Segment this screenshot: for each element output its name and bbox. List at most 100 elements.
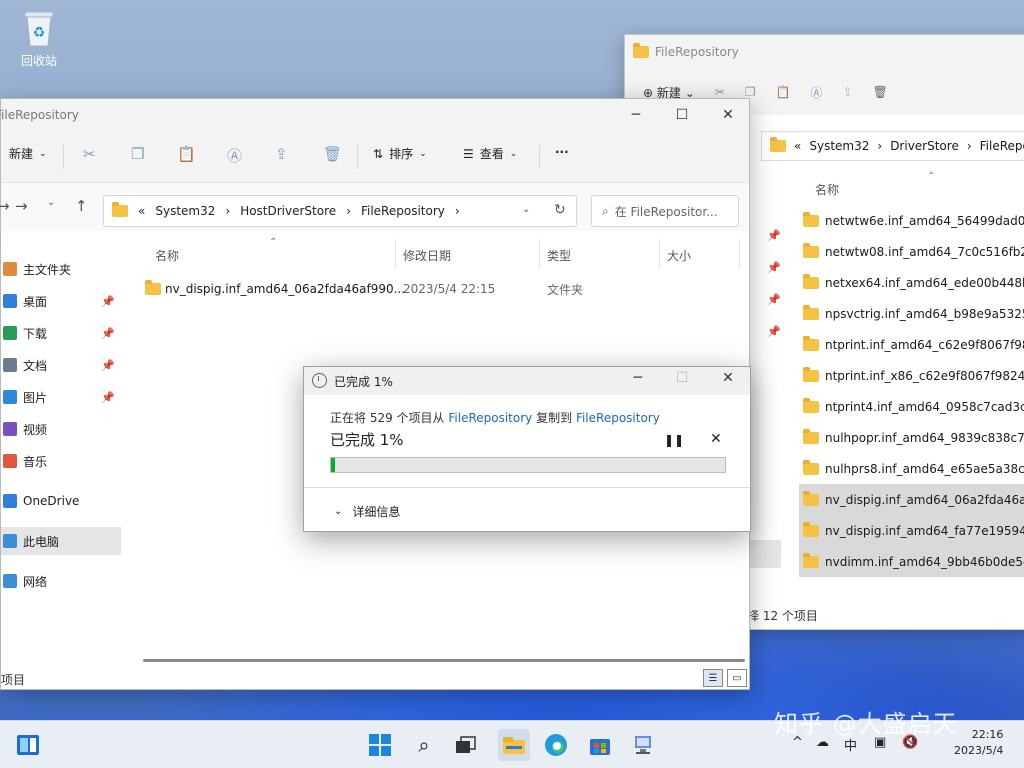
back-file-row[interactable]: ntprint.inf_x86_c62e9f8067f98247 xyxy=(799,360,1024,391)
sidebar-item[interactable]: 网络 xyxy=(1,567,121,595)
back-file-row[interactable]: nulhpopr.inf_amd64_9839c838c72c xyxy=(799,422,1024,453)
back-file-row[interactable]: npsvctrig.inf_amd64_b98e9a532507 xyxy=(799,298,1024,329)
close-button[interactable]: ✕ xyxy=(705,99,751,131)
back-file-row[interactable]: netwtw6e.inf_amd64_56499dad0fa0 xyxy=(799,205,1024,236)
sidebar-item[interactable]: 此电脑 xyxy=(1,527,121,555)
up-arrow-icon[interactable]: ↑ xyxy=(75,197,88,215)
sidebar-item[interactable]: 图片 📌 xyxy=(1,383,121,411)
back-file-row[interactable]: ntprint4.inf_amd64_0958c7cad3cd6 xyxy=(799,391,1024,422)
chevron-right-icon: › xyxy=(346,204,351,218)
back-arrow-icon[interactable]: → xyxy=(0,197,10,215)
horizontal-scrollbar[interactable] xyxy=(143,659,745,662)
column-header-type[interactable]: 类型 xyxy=(547,247,571,264)
back-crumb-filerepo[interactable]: FileRepo xyxy=(980,139,1024,153)
sidebar-item[interactable]: 桌面 📌 xyxy=(1,287,121,315)
pause-button[interactable]: ❚❚ xyxy=(664,433,684,447)
minimize-button[interactable]: ─ xyxy=(613,99,659,131)
sort-up-icon: ⌃ xyxy=(927,171,936,182)
system-clock[interactable]: 22:16 2023/5/4 xyxy=(954,727,1003,759)
widgets-icon[interactable] xyxy=(14,731,42,759)
copy-progress-dialog[interactable]: 已完成 1% ─ ☐ ✕ 正在将 529 个项目从 FileRepository… xyxy=(303,366,751,532)
cut-icon[interactable]: ✂ xyxy=(715,85,725,99)
folder-icon xyxy=(803,335,819,351)
back-file-row[interactable]: netxex64.inf_amd64_ede00b448bfe xyxy=(799,267,1024,298)
file-explorer-icon[interactable] xyxy=(498,729,530,761)
store-icon[interactable] xyxy=(586,731,614,759)
share-icon[interactable]: ⇪ xyxy=(275,145,288,163)
network-tool-icon[interactable] xyxy=(630,731,658,759)
rename-icon[interactable]: Ⓐ xyxy=(811,84,823,101)
back-column-name[interactable]: 名称 xyxy=(815,181,839,198)
forward-arrow-icon[interactable]: → xyxy=(15,197,28,215)
address-bar[interactable]: « System32 › HostDriverStore › FileRepos… xyxy=(103,195,577,227)
column-header-modified[interactable]: 修改日期 xyxy=(403,247,451,264)
paste-icon[interactable]: 📋 xyxy=(177,145,196,163)
chevron-right-icon: › xyxy=(966,139,972,153)
rename-icon[interactable]: Ⓐ xyxy=(227,145,242,166)
recycle-bin-icon: ♻ xyxy=(21,8,57,48)
sidebar-item[interactable]: 下载 📌 xyxy=(1,319,121,347)
refresh-icon[interactable]: ↻ xyxy=(554,202,566,218)
back-address-bar[interactable]: « System32 › DriverStore › FileRepo xyxy=(761,131,1024,161)
more-options-button[interactable]: ··· xyxy=(555,145,569,159)
minimize-button[interactable]: ─ xyxy=(628,370,648,386)
file-row[interactable]: nv_dispig.inf_amd64_06a2fda46af990... 20… xyxy=(135,277,735,301)
history-dropdown-icon[interactable]: ⌄ xyxy=(47,197,55,208)
sidebar-item[interactable]: 音乐 xyxy=(1,447,121,475)
delete-icon[interactable]: 🗑 xyxy=(323,145,342,163)
search-icon[interactable]: ⌕ xyxy=(410,731,438,759)
breadcrumb-system32[interactable]: System32 xyxy=(155,204,215,218)
breadcrumb-prefix[interactable]: « xyxy=(138,204,145,218)
tiles-view-button[interactable]: ▭ xyxy=(727,669,747,687)
column-divider[interactable] xyxy=(395,239,396,269)
cut-icon[interactable]: ✂ xyxy=(83,145,96,163)
source-link[interactable]: FileRepository xyxy=(448,411,532,425)
back-file-row[interactable]: ntprint.inf_amd64_c62e9f8067f9824 xyxy=(799,329,1024,360)
sidebar-item[interactable]: 主文件夹 xyxy=(1,255,121,283)
back-file-row[interactable]: nvdimm.inf_amd64_9bb46b0de5ea xyxy=(799,546,1024,577)
column-divider[interactable] xyxy=(539,239,540,269)
back-file-row[interactable]: netwtw08.inf_amd64_7c0c516fb224 xyxy=(799,236,1024,267)
back-crumb-system32[interactable]: System32 xyxy=(809,139,869,153)
back-file-row[interactable]: nv_dispig.inf_amd64_06a2fda46af9 xyxy=(799,484,1024,515)
maximize-button[interactable]: ☐ xyxy=(659,99,705,131)
copy-icon[interactable]: ❐ xyxy=(131,145,144,163)
back-file-name: nv_dispig.inf_amd64_fa77e1959472 xyxy=(825,523,1024,538)
edge-browser-icon[interactable] xyxy=(542,731,570,759)
view-button[interactable]: ☰ 查看 ⌄ xyxy=(463,145,517,162)
breadcrumb-filerepository[interactable]: FileRepository xyxy=(361,204,445,218)
search-input[interactable]: ⌕ 在 FileRepositor... xyxy=(591,195,739,227)
column-divider[interactable] xyxy=(739,239,740,269)
details-view-button[interactable]: ☰ xyxy=(703,669,723,687)
back-crumb-driverstore[interactable]: DriverStore xyxy=(890,139,959,153)
back-window-titlebar[interactable]: FileRepository xyxy=(625,35,1024,69)
copy-icon[interactable]: ❐ xyxy=(745,85,756,99)
pin-icon: 📌 xyxy=(101,294,115,308)
recycle-bin[interactable]: ♻ 回收站 xyxy=(9,8,69,69)
main-window-titlebar[interactable]: FileRepository ─ ☐ ✕ xyxy=(0,99,751,131)
new-button[interactable]: 新建 ⌄ xyxy=(9,145,47,162)
paste-icon[interactable]: 📋 xyxy=(776,85,791,99)
column-divider[interactable] xyxy=(659,239,660,269)
task-view-icon[interactable] xyxy=(452,731,480,759)
column-header-name[interactable]: 名称 xyxy=(155,247,179,264)
start-button[interactable] xyxy=(366,731,394,759)
back-file-row[interactable]: nv_dispig.inf_amd64_fa77e1959472 xyxy=(799,515,1024,546)
delete-icon[interactable]: 🗑 xyxy=(873,85,888,99)
share-icon[interactable]: ⇪ xyxy=(843,85,853,99)
close-button[interactable]: ✕ xyxy=(718,370,738,386)
folder-icon xyxy=(803,490,819,506)
pin-icon: 📌 xyxy=(767,293,781,306)
dialog-titlebar[interactable]: 已完成 1% ─ ☐ ✕ xyxy=(304,367,750,395)
sidebar-item[interactable]: 视频 xyxy=(1,415,121,443)
back-file-row[interactable]: nulhprs8.inf_amd64_e65ae5a38cb8 xyxy=(799,453,1024,484)
sidebar-item[interactable]: 文档 📌 xyxy=(1,351,121,379)
cancel-button[interactable]: ✕ xyxy=(710,431,722,447)
address-dropdown-icon[interactable]: ⌄ xyxy=(522,204,530,215)
destination-link[interactable]: FileRepository xyxy=(576,411,660,425)
breadcrumb-hostdriverstore[interactable]: HostDriverStore xyxy=(240,204,336,218)
details-toggle[interactable]: ⌄ 详细信息 xyxy=(334,503,400,520)
sidebar-item[interactable]: OneDrive xyxy=(1,487,121,515)
column-header-size[interactable]: 大小 xyxy=(667,247,691,264)
sort-button[interactable]: ⇅ 排序 ⌄ xyxy=(373,145,427,162)
